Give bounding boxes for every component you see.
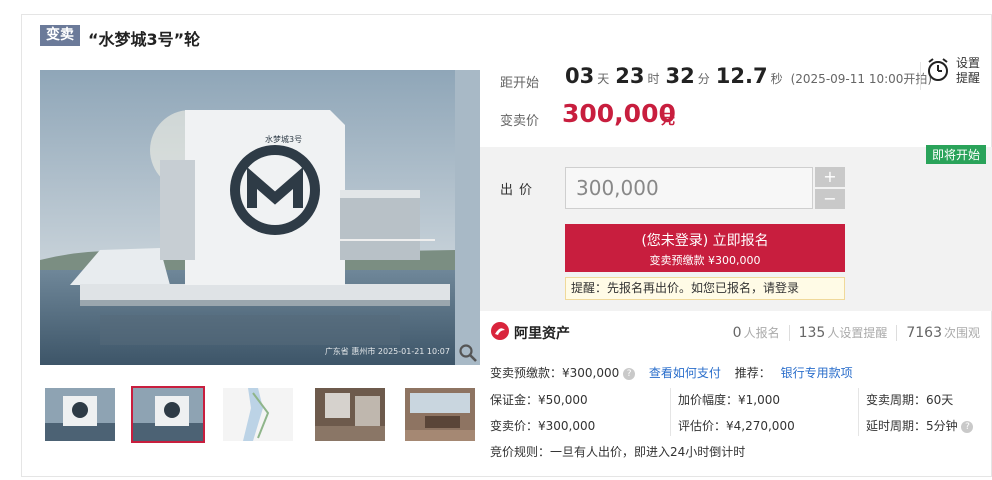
delay-period-row: 延时周期：5分钟 ? bbox=[866, 417, 974, 434]
signup-count: 0 bbox=[732, 324, 742, 341]
ali-logo-icon bbox=[490, 321, 510, 344]
countdown-days: 03 bbox=[565, 64, 595, 88]
price-label: 变卖价 bbox=[500, 114, 540, 129]
start-time-note: (2025-09-11 10:00开拍) bbox=[790, 72, 933, 86]
view-count-label: 次围观 bbox=[943, 326, 980, 340]
bid-increment: 加价幅度：¥1,000 bbox=[678, 393, 780, 407]
thumbnail-3[interactable] bbox=[223, 388, 293, 441]
reminder-count: 135 bbox=[798, 324, 826, 341]
countdown-minutes: 32 bbox=[665, 64, 695, 88]
main-image[interactable]: 水梦城3号 广东省 惠州市 2025-01-21 10:07 bbox=[40, 70, 480, 365]
deposit-row: 变卖预缴款：¥300,000 ? 查看如何支付 推荐： 银行专用款项 bbox=[490, 364, 853, 381]
stats-bar: 0 人报名 135 人设置提醒 7163 次围观 bbox=[733, 324, 980, 341]
bid-area: 即将开始 出价 + − (您未登录) 立即报名 变卖预缴款 ¥300,000 提… bbox=[480, 145, 992, 311]
thumbnail-5[interactable] bbox=[405, 388, 475, 441]
sale-period: 变卖周期：60天 bbox=[866, 393, 954, 407]
svg-text:水梦城3号: 水梦城3号 bbox=[265, 134, 302, 144]
photo-watermark: 广东省 惠州市 2025-01-21 10:07 bbox=[324, 347, 450, 356]
signup-sub-label: 变卖预缴款 ¥300,000 bbox=[649, 254, 761, 267]
login-link[interactable]: 登录 bbox=[775, 281, 799, 295]
bank-account-link[interactable]: 银行专用款项 bbox=[781, 366, 853, 380]
price-unit: 元 bbox=[661, 112, 675, 128]
thumbnail-image bbox=[223, 388, 293, 441]
divider bbox=[896, 324, 898, 341]
reminder-label: 设置 提醒 bbox=[956, 56, 981, 85]
thumbnail-2[interactable] bbox=[131, 386, 205, 443]
days-unit: 天 bbox=[597, 72, 610, 86]
thumbnail-image bbox=[405, 388, 475, 441]
divider bbox=[920, 62, 921, 90]
how-to-pay-link[interactable]: 查看如何支付 bbox=[649, 366, 721, 380]
view-count: 7163 bbox=[906, 324, 942, 341]
seconds-unit: 秒 bbox=[770, 72, 783, 86]
thumbnail-image bbox=[133, 388, 203, 441]
bid-amount-input[interactable] bbox=[565, 167, 813, 209]
thumbnail-image bbox=[315, 388, 385, 441]
countdown-seconds: 12.7 bbox=[715, 64, 768, 88]
thumbnail-1[interactable] bbox=[45, 388, 115, 441]
page-title: “水梦城3号”轮 bbox=[88, 30, 201, 49]
alarm-clock-icon bbox=[926, 57, 950, 86]
delay-period: 延时周期：5分钟 bbox=[866, 419, 958, 433]
sale-type-tag: 变卖 bbox=[40, 25, 80, 46]
countdown-timer: 03 天 23 时 32 分 12.7 秒 (2025-09-11 10:00开… bbox=[565, 64, 932, 88]
divider bbox=[670, 388, 671, 436]
hours-unit: 时 bbox=[647, 72, 660, 86]
price-value: 300,000 bbox=[562, 99, 676, 128]
divider bbox=[858, 388, 859, 436]
signup-count-label: 人报名 bbox=[743, 326, 780, 340]
signup-main-label: (您未登录) 立即报名 bbox=[641, 233, 769, 249]
appraisal-price: 评估价：¥4,270,000 bbox=[678, 419, 795, 433]
deposit-amount: 变卖预缴款：¥300,000 bbox=[490, 366, 620, 380]
status-badge: 即将开始 bbox=[925, 145, 986, 164]
guarantee-deposit: 保证金：¥50,000 bbox=[490, 393, 588, 407]
reminder-count-label: 人设置提醒 bbox=[827, 326, 888, 340]
houseboat-photo: 水梦城3号 bbox=[40, 70, 455, 365]
help-icon[interactable]: ? bbox=[623, 367, 636, 380]
thumbnail-image bbox=[45, 388, 115, 441]
minutes-unit: 分 bbox=[697, 72, 710, 86]
platform-name: 阿里资产 bbox=[514, 325, 570, 342]
recommend-label: 推荐： bbox=[734, 366, 771, 380]
ali-assets-logo: 阿里资产 bbox=[490, 321, 570, 344]
login-tip: 提醒：先报名再出价。如您已报名，请登录 bbox=[565, 277, 845, 300]
bid-label: 出价 bbox=[500, 183, 539, 198]
divider bbox=[788, 324, 790, 341]
increase-bid-button[interactable]: + bbox=[815, 167, 845, 187]
zoom-icon[interactable] bbox=[458, 343, 478, 363]
decrease-bid-button[interactable]: − bbox=[815, 189, 845, 209]
set-reminder-button[interactable]: 设置 提醒 bbox=[926, 56, 980, 86]
thumbnail-4[interactable] bbox=[315, 388, 385, 441]
countdown-label: 距开始 bbox=[500, 76, 540, 91]
countdown-hours: 23 bbox=[615, 64, 645, 88]
bidding-rule: 竞价规则：一旦有人出价，即进入24小时倒计时 bbox=[490, 445, 746, 459]
sale-price: 变卖价：¥300,000 bbox=[490, 419, 596, 433]
signup-button[interactable]: (您未登录) 立即报名 变卖预缴款 ¥300,000 bbox=[565, 224, 845, 272]
help-icon[interactable]: ? bbox=[961, 420, 974, 433]
